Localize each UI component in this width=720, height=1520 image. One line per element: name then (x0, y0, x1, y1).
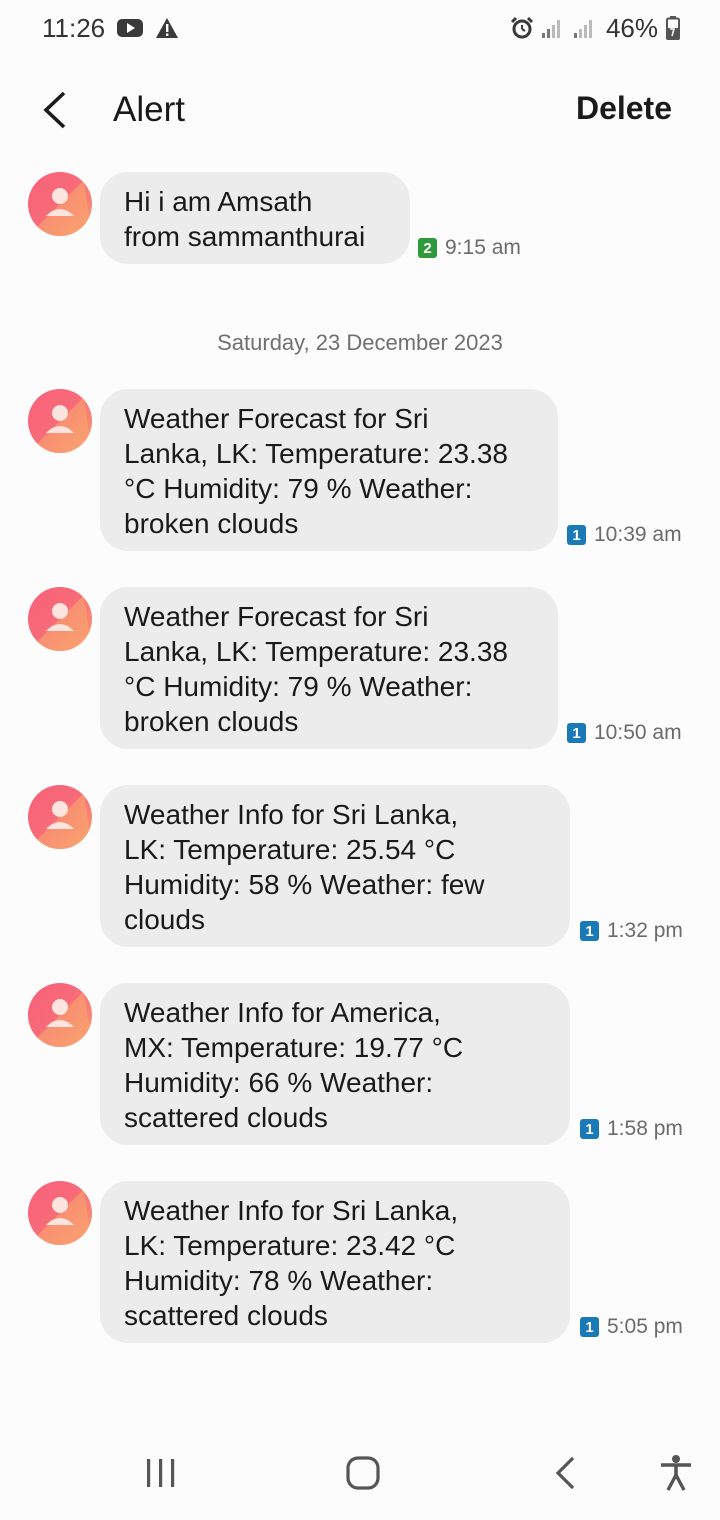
recents-button[interactable] (131, 1448, 191, 1498)
avatar[interactable] (28, 389, 92, 453)
message-text-line: scattered clouds (124, 1102, 328, 1133)
navigation-bar (0, 1424, 720, 1520)
message-meta: 1 10:39 am (567, 523, 682, 547)
message-bubble[interactable]: Weather Info for America, MX: Temperature… (100, 983, 570, 1145)
warning-icon (155, 17, 179, 39)
message-bubble[interactable]: Weather Info for Sri Lanka, LK: Temperatu… (100, 785, 570, 947)
message-bubble[interactable]: Weather Forecast for Sri Lanka, LK: Tempe… (100, 587, 558, 749)
message-time: 10:50 am (594, 721, 682, 744)
person-icon (28, 1189, 92, 1245)
message-text-line: Weather Info for America, (124, 997, 441, 1028)
message-text-line: Weather Info for Sri Lanka, (124, 1195, 459, 1226)
sim-badge-icon: 1 (580, 1119, 599, 1139)
person-icon (28, 397, 92, 453)
person-icon (28, 793, 92, 849)
message-text-line: broken clouds (124, 508, 299, 539)
message-text-line: °C Humidity: 79 % Weather: (124, 473, 473, 504)
accessibility-button[interactable] (646, 1448, 706, 1498)
avatar[interactable] (28, 1181, 92, 1245)
status-bar: 11:26 46% (0, 0, 720, 56)
message-meta: 1 1:32 pm (580, 919, 683, 943)
avatar[interactable] (28, 983, 92, 1047)
status-right: 46% (510, 13, 680, 44)
message-text-line: from sammanthurai (124, 221, 366, 252)
message-text-line: Weather Forecast for Sri (124, 403, 429, 434)
sim-badge-icon: 1 (580, 1317, 599, 1337)
sim-badge-icon: 2 (418, 238, 437, 258)
message-text-line: Weather Info for Sri Lanka, (124, 799, 459, 830)
app-bar: Alert Delete (0, 72, 720, 152)
person-icon (28, 595, 92, 651)
message-meta: 1 1:58 pm (580, 1117, 683, 1141)
battery-percent: 46% (605, 12, 658, 43)
status-left: 11:26 (42, 13, 179, 44)
nav-back-button[interactable] (535, 1448, 595, 1498)
message-text-line: °C Humidity: 79 % Weather: (124, 671, 473, 702)
message-meta: 1 5:05 pm (580, 1315, 683, 1339)
message-bubble[interactable]: Hi i am Amsath from sammanthurai (100, 172, 410, 264)
message-bubble[interactable]: Weather Forecast for Sri Lanka, LK: Tempe… (100, 389, 558, 551)
avatar[interactable] (28, 785, 92, 849)
message-text-line: broken clouds (124, 706, 299, 737)
back-arrow-icon (43, 91, 66, 129)
message-text-line: scattered clouds (124, 1300, 328, 1331)
accessibility-icon (661, 1455, 691, 1491)
status-time: 11:26 (42, 12, 106, 43)
battery-icon (666, 16, 680, 40)
home-button[interactable] (333, 1448, 393, 1498)
message-bubble[interactable]: Weather Info for Sri Lanka, LK: Temperatu… (100, 1181, 570, 1343)
avatar[interactable] (28, 172, 92, 236)
message-text-line: Humidity: 66 % Weather: (124, 1067, 434, 1098)
delete-button[interactable]: Delete (576, 90, 672, 127)
message-time: 9:15 am (445, 236, 521, 259)
person-icon (28, 180, 92, 236)
message-text-line: MX: Temperature: 19.77 °C (124, 1032, 464, 1063)
message-text-line: clouds (124, 904, 205, 935)
message-text-line: Lanka, LK: Temperature: 23.38 (124, 636, 508, 667)
person-icon (28, 991, 92, 1047)
message-time: 1:58 pm (607, 1117, 683, 1140)
message-text-line: Lanka, LK: Temperature: 23.38 (124, 438, 508, 469)
message-meta: 2 9:15 am (418, 236, 521, 260)
message-text-line: LK: Temperature: 25.54 °C (124, 834, 456, 865)
message-time: 10:39 am (594, 523, 682, 546)
message-text-line: Weather Forecast for Sri (124, 601, 429, 632)
message-text-line: Humidity: 58 % Weather: few (124, 869, 485, 900)
home-icon (346, 1456, 380, 1490)
sim-badge-icon: 1 (567, 525, 586, 545)
signal-icon (541, 17, 566, 39)
message-meta: 1 10:50 am (567, 721, 682, 745)
recents-icon (147, 1459, 175, 1487)
sim-badge-icon: 1 (567, 723, 586, 743)
signal-icon (573, 17, 598, 39)
message-text-line: Humidity: 78 % Weather: (124, 1265, 434, 1296)
alarm-icon (510, 16, 534, 40)
date-separator: Saturday, 23 December 2023 (217, 330, 503, 355)
avatar[interactable] (28, 587, 92, 651)
back-icon (555, 1456, 575, 1490)
message-text-line: LK: Temperature: 23.42 °C (124, 1230, 456, 1261)
message-time: 1:32 pm (607, 919, 683, 942)
message-text-line: Hi i am Amsath (124, 186, 313, 217)
page-title: Alert (113, 90, 185, 129)
message-time: 5:05 pm (607, 1315, 683, 1338)
back-button[interactable] (34, 88, 74, 132)
sim-badge-icon: 1 (580, 921, 599, 941)
youtube-icon (117, 18, 144, 38)
